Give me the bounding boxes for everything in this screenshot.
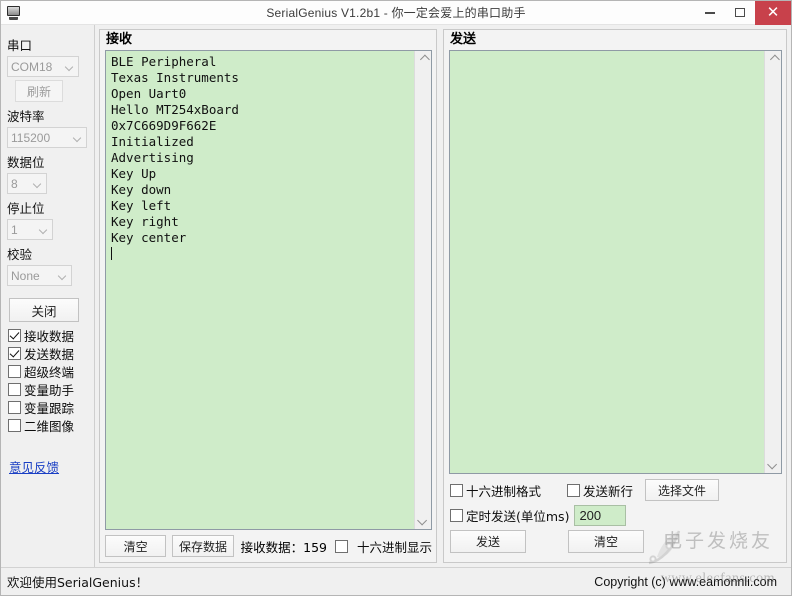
receive-scroll-up-icon[interactable] [415,51,432,68]
status-copyright: Copyright (c) www.eamonnli.com [594,574,777,589]
send-newline-label: 发送新行 [583,483,634,499]
receive-panel: 接收 BLE Peripheral Texas Instruments Open… [95,25,440,567]
send-scrollbar[interactable] [764,51,781,473]
close-port-button[interactable]: 关闭 [9,298,79,322]
baud-select[interactable]: 115200 [7,127,87,148]
send-scroll-up-icon[interactable] [765,51,782,68]
checkbox-recv-data-box[interactable] [8,329,21,342]
receive-hex-display-label: 十六进制显示 [356,539,432,555]
send-hex-format-label: 十六进制格式 [466,483,542,499]
send-button[interactable]: 发送 [450,530,526,553]
timed-send-checkbox[interactable] [450,509,463,522]
stopbits-select-wrap: 1 [7,219,53,240]
status-message: 欢迎使用SerialGenius！ [7,575,149,590]
title-bar: SerialGenius V1.2b1 - 你一定会爱上的串口助手 ✕ [1,0,791,25]
checkbox-super-terminal-box[interactable] [8,365,21,378]
parity-label: 校验 [7,247,33,262]
send-scroll-down-icon[interactable] [765,456,782,473]
checkbox-var-assistant-box[interactable] [8,383,21,396]
send-textarea-wrap [449,50,782,474]
choose-file-button[interactable]: 选择文件 [645,479,720,501]
checkbox-send-data[interactable]: 发送数据 [8,345,94,362]
port-label: 串口 [7,38,33,53]
checkbox-2d-image-label: 二维图像 [24,419,75,434]
timed-send-row: 定时发送(单位ms) [450,505,781,526]
databits-select[interactable]: 8 [7,173,47,194]
checkbox-super-terminal[interactable]: 超级终端 [8,363,94,380]
send-interval-input[interactable] [574,505,627,526]
databits-select-wrap: 8 [7,173,47,194]
receive-textarea-wrap: BLE Peripheral Texas Instruments Open Ua… [105,50,432,530]
port-select-wrap: COM18 [7,56,79,77]
send-newline-checkbox[interactable] [567,483,581,497]
main-content: 串口 COM18 刷新 波特率 115200 数据位 8 停止位 1 校验 No… [1,25,791,567]
receive-textarea[interactable]: BLE Peripheral Texas Instruments Open Ua… [106,51,414,529]
maximize-icon [735,8,745,17]
minimize-button[interactable] [695,1,725,25]
receive-panel-inner: 接收 BLE Peripheral Texas Instruments Open… [99,29,437,563]
app-window: SerialGenius V1.2b1 - 你一定会爱上的串口助手 ✕ 串口 C… [0,0,792,596]
checkbox-2d-image-box[interactable] [8,419,21,432]
stopbits-label: 停止位 [7,201,45,216]
checkbox-2d-image[interactable]: 二维图像 [8,417,94,434]
timed-send-label: 定时发送(单位ms) [466,509,570,524]
send-hex-format-checkbox[interactable] [450,483,463,497]
stopbits-select[interactable]: 1 [7,219,53,240]
receive-scroll-down-icon[interactable] [415,512,432,529]
window-controls: ✕ [695,0,791,25]
monitor-icon [5,5,23,21]
baud-select-wrap: 115200 [7,127,87,148]
port-select[interactable]: COM18 [7,56,79,77]
send-panel-title: 发送 [450,32,477,47]
checkbox-recv-data[interactable]: 接收数据 [8,327,94,344]
receive-toolbar: 清空 保存数据 接收数据：159 十六进制显示 [100,530,436,562]
send-panel-inner: 发送 十六进制格式 发送新行 选择文件 定时发送(单位ms) 200 发送 清空 [443,29,787,563]
send-buttons-row: 发送 清空 [450,530,781,553]
send-clear-button[interactable]: 清空 [568,530,644,553]
checkbox-var-assistant-label: 变量助手 [24,383,75,398]
checkbox-super-terminal-label: 超级终端 [24,365,75,380]
baud-label: 波特率 [7,109,45,124]
checkbox-var-assistant[interactable]: 变量助手 [8,381,94,398]
receive-scrollbar[interactable] [414,51,431,529]
sidebar: 串口 COM18 刷新 波特率 115200 数据位 8 停止位 1 校验 No… [1,25,95,567]
receive-count-label: 接收数据：159 [240,539,327,555]
feedback-link[interactable]: 意见反馈 [9,457,59,476]
send-textarea[interactable] [450,51,764,473]
close-button[interactable]: ✕ [755,0,791,25]
status-bar: 欢迎使用SerialGenius！ Copyright (c) www.eamo… [1,567,791,595]
send-options-row: 十六进制格式 发送新行 选择文件 [450,479,781,501]
refresh-ports-button[interactable]: 刷新 [15,80,63,102]
close-icon: ✕ [766,4,780,21]
send-controls: 十六进制格式 发送新行 选择文件 定时发送(单位ms) 发送 清空 [444,474,786,562]
databits-label: 数据位 [7,155,45,170]
checkbox-send-data-label: 发送数据 [24,347,75,362]
checkbox-var-trace-label: 变量跟踪 [24,401,75,416]
checkbox-var-trace[interactable]: 变量跟踪 [8,399,94,416]
receive-save-button[interactable]: 保存数据 [172,535,234,557]
receive-hex-display-checkbox[interactable] [334,539,348,553]
maximize-button[interactable] [725,1,755,25]
parity-select[interactable]: None [7,265,72,286]
parity-select-wrap: None [7,265,72,286]
checkbox-var-trace-box[interactable] [8,401,21,414]
send-panel: 发送 十六进制格式 发送新行 选择文件 定时发送(单位ms) 200 发送 清空 [440,25,791,567]
checkbox-send-data-box[interactable] [8,347,21,360]
checkbox-recv-data-label: 接收数据 [24,329,75,344]
window-title: SerialGenius V1.2b1 - 你一定会爱上的串口助手 [266,6,526,20]
minimize-icon [705,11,715,14]
receive-clear-button[interactable]: 清空 [105,535,167,557]
receive-panel-title: 接收 [106,32,133,47]
